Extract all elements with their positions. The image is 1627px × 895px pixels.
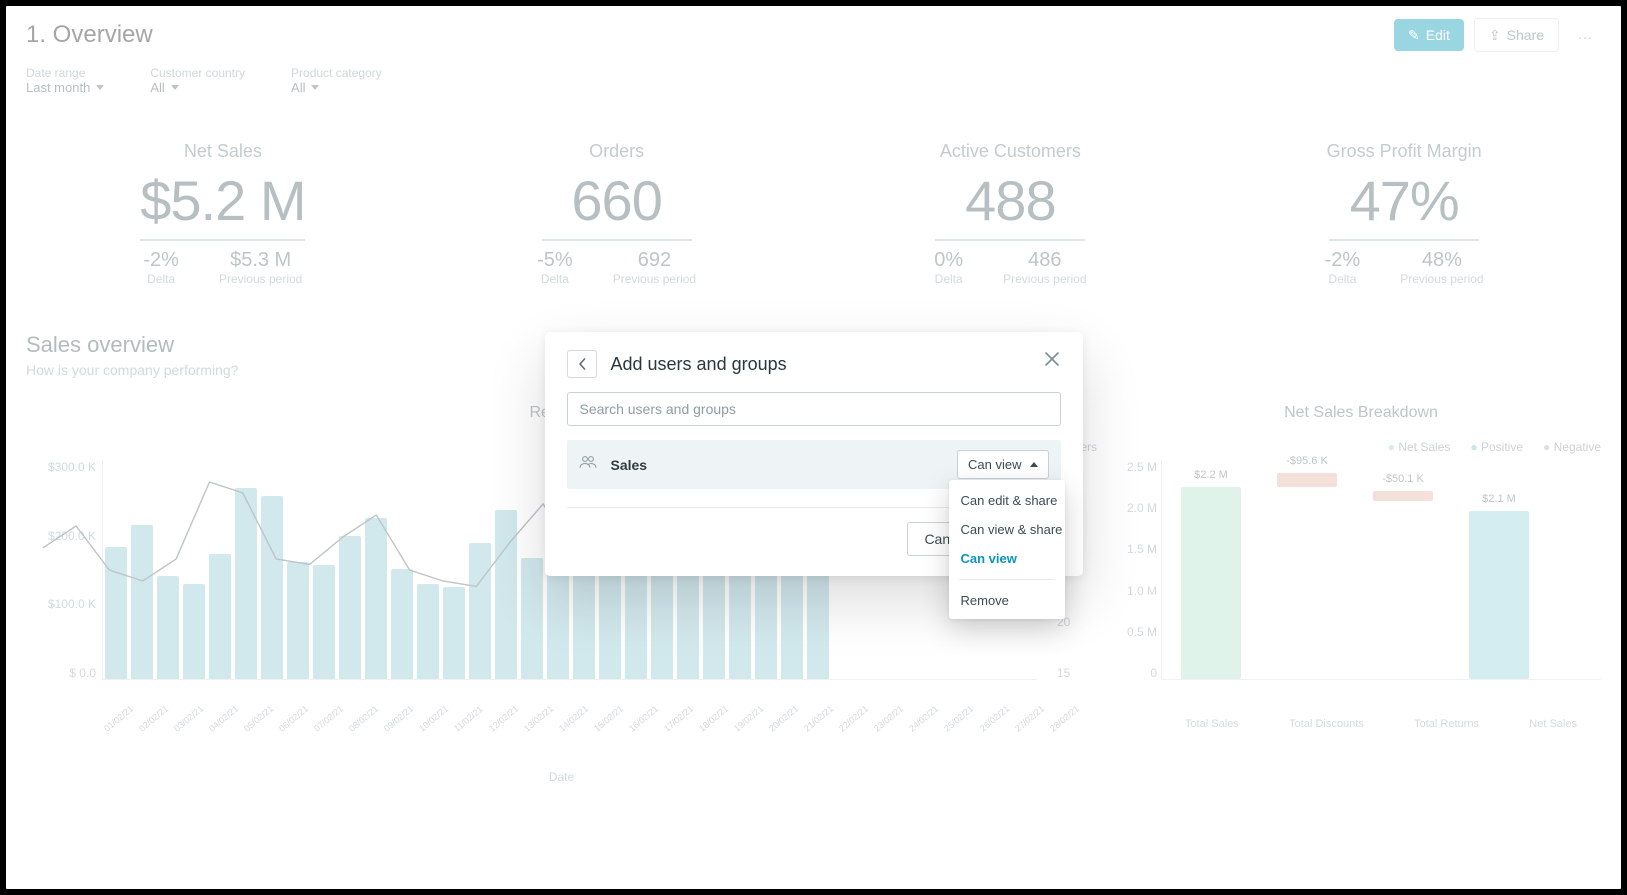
group-icon (579, 455, 597, 474)
add-users-modal: Add users and groups Sales Can view (545, 332, 1083, 576)
perm-option-view[interactable]: Can view (949, 544, 1065, 573)
permission-dropdown-menu: Can edit & share Can view & share Can vi… (949, 480, 1065, 619)
share-row-name: Sales (611, 457, 648, 473)
chevron-left-icon (578, 358, 586, 370)
modal-title: Add users and groups (611, 354, 787, 375)
perm-option-view-share[interactable]: Can view & share (949, 515, 1065, 544)
chevron-up-icon (1030, 462, 1038, 467)
back-button[interactable] (567, 350, 597, 378)
close-icon (1045, 352, 1059, 366)
search-input[interactable] (567, 392, 1061, 426)
permission-dropdown-button[interactable]: Can view (957, 450, 1048, 479)
close-button[interactable] (1041, 348, 1063, 370)
perm-option-edit-share[interactable]: Can edit & share (949, 486, 1065, 515)
perm-option-remove[interactable]: Remove (949, 586, 1065, 615)
permission-current: Can view (968, 457, 1021, 472)
